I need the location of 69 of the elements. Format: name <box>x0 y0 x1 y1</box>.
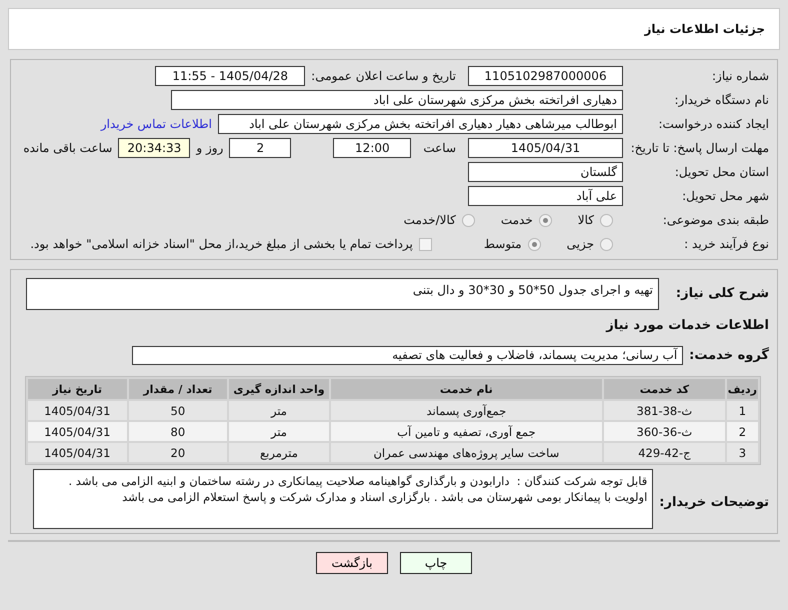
service-group-field[interactable]: آب رسانی؛ مدیریت پسماند، فاضلاب و فعالیت های تصفیه <box>132 346 684 364</box>
days-field[interactable]: 2 <box>229 138 292 158</box>
table-cell: 1 <box>726 401 758 420</box>
field-label: شماره نیاز: <box>711 69 769 83</box>
page-title: جزئیات اطلاعات نیاز <box>644 22 765 36</box>
radio-label: خدمت <box>500 213 533 227</box>
field-label: توضیحات خریدار: <box>659 495 769 510</box>
checkbox[interactable] <box>418 238 432 250</box>
column-header: ردیف <box>726 379 758 399</box>
column-header: نام خدمت <box>330 379 602 399</box>
section-heading: اطلاعات خدمات مورد نیاز <box>606 318 769 332</box>
radio-button[interactable] <box>528 238 541 250</box>
field-label: ایجاد کننده درخواست: <box>657 117 769 131</box>
table-cell: مترمربع <box>229 443 329 462</box>
time-label: ساعت <box>423 141 456 155</box>
need-number-field[interactable]: 1105102987000006 <box>468 66 623 86</box>
table-cell: ث-36-360 <box>604 422 725 441</box>
table-cell: ث-38-381 <box>604 401 725 420</box>
radio-label: کالا/خدمت <box>404 213 456 227</box>
radio-button[interactable] <box>462 214 475 226</box>
table-cell: 2 <box>726 422 758 441</box>
radio-label: کالا <box>578 213 594 227</box>
table-cell: 1405/04/31 <box>28 422 127 441</box>
announce-date-field[interactable]: 1405/04/28 - 11:55 <box>155 66 306 86</box>
table-cell: ساخت سایر پروژه‌های مهندسی عمران <box>330 443 602 462</box>
table-cell: 3 <box>726 443 758 462</box>
table-cell: جمع‌آوری پسماند <box>330 401 602 420</box>
remaining-time-field: 20:34:33 <box>118 138 190 158</box>
table-cell: متر <box>229 401 329 420</box>
payment-note: پرداخت تمام یا بخشی از مبلغ خرید،از محل "اسناد خزانه اسلامی" خواهد بود. <box>30 237 413 251</box>
radio-label: جزیی <box>566 237 594 251</box>
back-button[interactable]: بازگشت <box>316 552 388 574</box>
radio-button[interactable] <box>600 238 613 250</box>
field-label: مهلت ارسال پاسخ: تا تاریخ: <box>630 140 769 156</box>
table-cell: ج-42-429 <box>604 443 725 462</box>
radio-button[interactable] <box>538 214 552 226</box>
column-header: کد خدمت <box>604 379 725 399</box>
field-label: استان محل تحویل: <box>674 165 769 179</box>
field-label: نام دستگاه خریدار: <box>674 93 769 107</box>
field-label: شهر محل تحویل: <box>681 189 769 203</box>
days-label: روز و <box>196 141 224 155</box>
field-label: نوع فرآیند خرید : <box>683 237 769 251</box>
field-label: طبقه بندی موضوعی: <box>662 213 769 227</box>
table-cell: 1405/04/31 <box>28 443 127 462</box>
table-cell: 1405/04/31 <box>28 401 127 420</box>
table-cell: 50 <box>128 401 228 420</box>
remaining-label: ساعت باقی مانده <box>23 141 112 155</box>
buyer-notes-field[interactable]: قابل توجه شرکت کنندگان : دارابودن و بارگذاری گواهینامه صلاحیت پیمانکاری در رشته ساختمان و ابنیه الزامی می باشد . اولویت با پیمانکار بومی شهرستان می باشد . بارگزاری اسناد و مدارک شرکت و پاسخ استعلام الزامی می باشد <box>33 469 654 529</box>
buyer-contact-link[interactable]: اطلاعات تماس خریدار <box>100 117 212 131</box>
print-button[interactable]: چاپ <box>400 552 472 574</box>
city-field[interactable]: علی آباد <box>468 186 623 206</box>
field-label: گروه خدمت: <box>689 348 769 362</box>
column-header: واحد اندازه گیری <box>229 379 329 399</box>
table-cell: متر <box>229 422 329 441</box>
field-label: شرح کلی نیاز: <box>674 286 769 301</box>
table-cell: 80 <box>128 422 228 441</box>
deadline-date-field[interactable]: 1405/04/31 <box>468 138 623 158</box>
deadline-time-field[interactable]: 12:00 <box>333 138 412 158</box>
summary-field[interactable]: تهیه و اجرای جدول 50*50 و 30*30 و دال بتنی <box>26 278 659 310</box>
table-cell: 20 <box>128 443 228 462</box>
field-label: تاریخ و ساعت اعلان عمومی: <box>311 69 456 83</box>
requester-field[interactable]: ابوطالب میرشاهی دهیار دهیاری افراتخته بخش مرکزی شهرستان علی اباد <box>218 114 623 134</box>
column-header: تعداد / مقدار <box>128 379 228 399</box>
radio-button[interactable] <box>600 214 613 226</box>
radio-label: متوسط <box>484 237 522 251</box>
column-header: تاریخ نیاز <box>28 379 127 399</box>
province-field[interactable]: گلستان <box>468 162 623 182</box>
table-cell: جمع آوری، تصفیه و تامین آب <box>330 422 602 441</box>
buyer-org-field[interactable]: دهیاری افراتخته بخش مرکزی شهرستان علی اباد <box>171 90 623 110</box>
